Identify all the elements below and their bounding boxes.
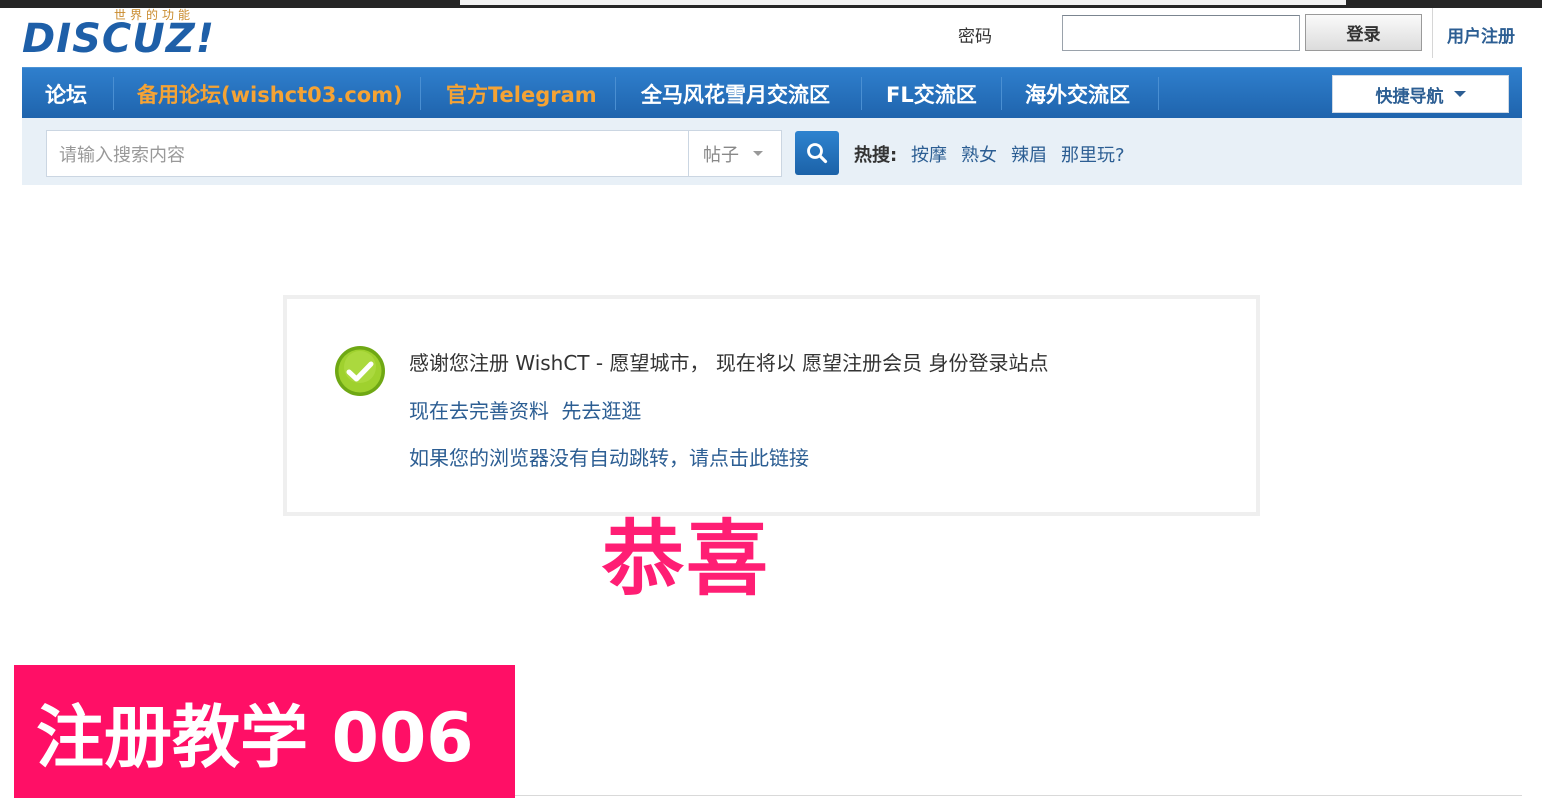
- password-label: 密码: [958, 27, 992, 47]
- success-text: 感谢您注册 WishCT - 愿望城市， 现在将以 愿望注册会员 身份登录站点: [409, 351, 1049, 375]
- hot-search-term[interactable]: 那里玩?: [1061, 141, 1125, 167]
- footer-divider: [515, 795, 1522, 796]
- nav-divider: [113, 77, 114, 110]
- nav-divider: [861, 77, 862, 110]
- search-input[interactable]: 请输入搜索内容: [46, 130, 689, 177]
- success-check-icon: [335, 346, 385, 396]
- tutorial-banner: 注册教学 006: [14, 665, 515, 798]
- quick-nav-label: 快捷导航: [1375, 86, 1444, 107]
- hot-search-term[interactable]: 辣眉: [1011, 141, 1047, 167]
- nav-divider: [615, 77, 616, 110]
- browser-top-gap: [460, 0, 1346, 5]
- nav-divider: [420, 77, 421, 110]
- main-nav: 论坛 备用论坛(wishct03.com) 官方Telegram 全马风花雪月交…: [22, 67, 1522, 118]
- search-icon: [807, 143, 828, 164]
- search-bar: 请输入搜索内容 帖子 热搜: 按摩 熟女 辣眉 那里玩?: [22, 118, 1522, 185]
- complete-profile-link[interactable]: 现在去完善资料: [409, 399, 549, 423]
- hot-search-term[interactable]: 按摩: [911, 141, 947, 167]
- logo-brand: DISCUZ!: [22, 16, 215, 62]
- login-button[interactable]: 登录: [1305, 14, 1422, 51]
- nav-item-backup-forum[interactable]: 备用论坛(wishct03.com): [137, 68, 403, 119]
- nav-item-forum[interactable]: 论坛: [45, 68, 87, 119]
- nav-divider: [1001, 77, 1002, 110]
- congrats-overlay-text: 恭喜: [602, 512, 771, 607]
- site-logo[interactable]: 世界的功能 DISCUZ!: [22, 6, 252, 62]
- header-divider: [1432, 8, 1433, 58]
- nav-item-telegram[interactable]: 官方Telegram: [446, 68, 597, 119]
- chevron-down-icon: [1453, 91, 1466, 97]
- search-button[interactable]: [795, 131, 839, 175]
- hot-search-label: 热搜:: [854, 145, 898, 166]
- password-field[interactable]: [1062, 15, 1300, 51]
- hot-search-term[interactable]: 熟女: [961, 141, 997, 167]
- browse-link[interactable]: 先去逛逛: [561, 399, 641, 423]
- nav-item-malaysia-area[interactable]: 全马风花雪月交流区: [641, 68, 830, 119]
- registration-success-message: 感谢您注册 WishCT - 愿望城市， 现在将以 愿望注册会员 身份登录站点 …: [283, 295, 1260, 516]
- nav-item-overseas-area[interactable]: 海外交流区: [1025, 68, 1130, 119]
- nav-divider: [1158, 77, 1159, 110]
- redirect-link[interactable]: 如果您的浏览器没有自动跳转，请点击此链接: [409, 442, 809, 471]
- nav-item-fl-area[interactable]: FL交流区: [886, 68, 977, 119]
- search-scope-select[interactable]: 帖子: [688, 130, 782, 177]
- search-scope-value: 帖子: [703, 144, 739, 166]
- chevron-down-icon: [753, 151, 763, 156]
- tutorial-banner-text: 注册教学 006: [36, 699, 474, 778]
- register-link[interactable]: 用户注册: [1447, 22, 1515, 47]
- quick-nav-dropdown[interactable]: 快捷导航: [1332, 75, 1509, 113]
